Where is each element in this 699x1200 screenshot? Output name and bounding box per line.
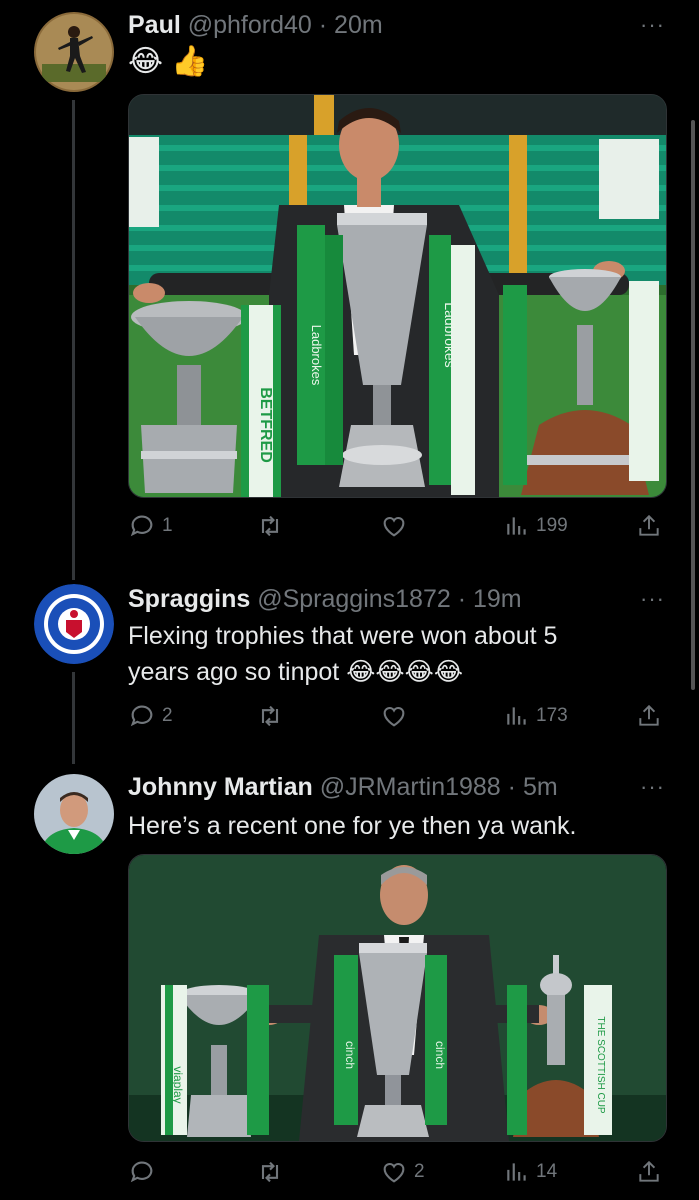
avatar[interactable] bbox=[34, 774, 114, 854]
avatar[interactable] bbox=[34, 12, 114, 92]
reply-icon bbox=[130, 515, 153, 537]
retweet-icon bbox=[261, 1161, 279, 1183]
share-button[interactable] bbox=[636, 512, 662, 540]
tweet-text-line: years ago so tinpot 😂😂😂😂 bbox=[128, 658, 464, 686]
like-button[interactable]: 2 bbox=[380, 1158, 425, 1186]
retweet-button[interactable] bbox=[256, 512, 284, 540]
more-icon[interactable]: ··· bbox=[640, 12, 665, 38]
share-icon bbox=[639, 1160, 659, 1182]
reply-count: 2 bbox=[162, 705, 173, 726]
banner-text: cinch bbox=[433, 1041, 447, 1069]
tweet-header: Spraggins @Spraggins1872 · 19m bbox=[128, 584, 522, 614]
tweet-image[interactable]: viaplay cinch cinch THE SCOTTISH CUP bbox=[128, 854, 667, 1142]
views-button[interactable]: 14 bbox=[504, 1158, 557, 1186]
banner-text: BETFRED bbox=[257, 387, 274, 463]
timestamp[interactable]: 20m bbox=[334, 11, 383, 39]
banner-text: viaplay bbox=[171, 1066, 185, 1103]
views-icon bbox=[507, 1163, 526, 1181]
like-icon bbox=[383, 516, 405, 537]
more-icon[interactable]: ··· bbox=[640, 586, 665, 612]
share-button[interactable] bbox=[636, 702, 662, 730]
share-icon bbox=[639, 704, 659, 726]
tweet-actions: 2 173 bbox=[128, 702, 668, 732]
timestamp[interactable]: 5m bbox=[523, 773, 558, 801]
tweet-johnny-martian[interactable]: Johnny Martian @JRMartin1988 · 5m ··· He… bbox=[0, 760, 699, 1200]
display-name[interactable]: Johnny Martian bbox=[128, 773, 313, 801]
views-icon bbox=[507, 707, 526, 725]
reply-icon bbox=[130, 705, 153, 727]
user-handle[interactable]: @Spraggins1872 bbox=[257, 585, 451, 613]
tweet-image[interactable]: BETFRED Ladbrokes Ladbrokes bbox=[128, 94, 667, 498]
retweet-button[interactable] bbox=[256, 1158, 284, 1186]
banner-text: Ladbrokes bbox=[442, 302, 458, 367]
share-icon bbox=[639, 514, 659, 536]
display-name[interactable]: Spraggins bbox=[128, 585, 250, 613]
user-handle[interactable]: @phford40 bbox=[188, 11, 312, 39]
tweet-text-line: Flexing trophies that were won about 5 bbox=[128, 622, 558, 650]
reply-count: 1 bbox=[162, 515, 173, 536]
views-count: 199 bbox=[536, 515, 568, 536]
retweet-icon bbox=[261, 515, 279, 537]
avatar[interactable] bbox=[34, 584, 114, 664]
tweet-actions: 2 14 bbox=[128, 1158, 668, 1188]
separator: · bbox=[450, 585, 473, 613]
tweet-text: 😂 👍 bbox=[128, 45, 209, 78]
tweet-text: Flexing trophies that were won about 5 y… bbox=[128, 618, 658, 690]
user-handle[interactable]: @JRMartin1988 bbox=[320, 773, 501, 801]
reply-button[interactable] bbox=[128, 1158, 162, 1186]
timestamp[interactable]: 19m bbox=[473, 585, 522, 613]
tweet-actions: 1 199 bbox=[128, 512, 668, 542]
tweet-spraggins[interactable]: Spraggins @Spraggins1872 · 19m ··· Flexi… bbox=[0, 570, 699, 760]
like-icon bbox=[383, 1162, 405, 1183]
separator: · bbox=[500, 773, 523, 801]
retweet-icon bbox=[261, 705, 279, 727]
tweet-paul[interactable]: Paul @phford40 · 20m ··· 😂 👍 BETFRED Lad… bbox=[0, 0, 699, 560]
views-button[interactable]: 199 bbox=[504, 512, 568, 540]
tweet-text: Here’s a recent one for ye then ya wank. bbox=[128, 812, 577, 840]
banner-text: THE SCOTTISH CUP bbox=[595, 1016, 606, 1114]
views-icon bbox=[507, 517, 526, 535]
tweet-header: Paul @phford40 · 20m bbox=[128, 10, 383, 40]
banner-text: Ladbrokes bbox=[309, 325, 324, 386]
reply-button[interactable]: 2 bbox=[128, 702, 173, 730]
like-button[interactable] bbox=[380, 512, 408, 540]
more-icon[interactable]: ··· bbox=[640, 774, 665, 800]
views-count: 14 bbox=[536, 1161, 558, 1182]
like-button[interactable] bbox=[380, 702, 408, 730]
separator: · bbox=[311, 11, 335, 39]
display-name[interactable]: Paul bbox=[128, 11, 181, 39]
views-count: 173 bbox=[536, 705, 568, 726]
like-count: 2 bbox=[414, 1161, 425, 1182]
share-button[interactable] bbox=[636, 1158, 662, 1186]
views-button[interactable]: 173 bbox=[504, 702, 568, 730]
tweet-header: Johnny Martian @JRMartin1988 · 5m bbox=[128, 772, 558, 802]
reply-button[interactable]: 1 bbox=[128, 512, 173, 540]
banner-text: cinch bbox=[343, 1041, 357, 1069]
retweet-button[interactable] bbox=[256, 702, 284, 730]
scrollbar[interactable] bbox=[691, 120, 695, 690]
like-icon bbox=[383, 706, 405, 727]
reply-icon bbox=[130, 1161, 153, 1183]
